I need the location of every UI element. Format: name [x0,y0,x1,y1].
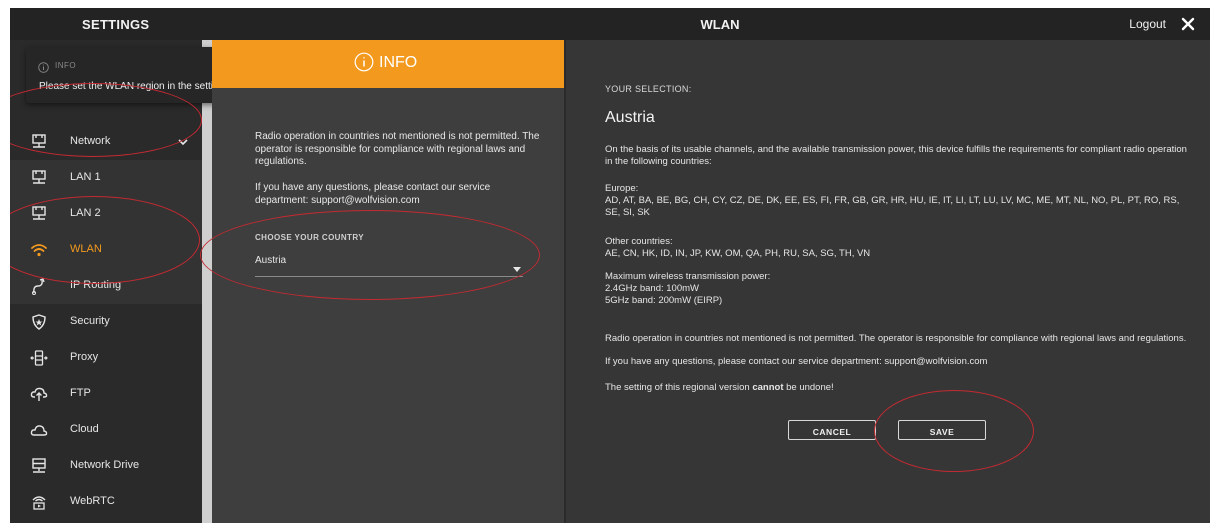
cancel-button[interactable]: CANCEL [788,420,876,440]
power-heading: Maximum wireless transmission power: [605,271,771,282]
info-contact-text: If you have any questions, please contac… [255,182,491,206]
info-panel: INFO Radio operation in countries not me… [212,40,564,523]
page-title: WLAN [700,17,740,32]
lan-icon [30,205,48,223]
sidebar-item-label: LAN 2 [70,207,101,219]
sidebar-scrollbar[interactable] [202,40,212,523]
top-bar: SETTINGS WLAN Logout [10,8,1210,40]
warning-text-end: be undone! [783,382,834,393]
sidebar-item-label: FTP [70,387,91,399]
sidebar-item-label: WLAN [70,243,102,255]
close-icon[interactable] [1178,14,1198,34]
selection-panel: YOUR SELECTION: Austria On the basis of … [566,40,1210,523]
sidebar-item-label: IP Routing [70,279,122,291]
routing-icon [30,277,48,295]
sidebar-item-network-drive[interactable]: Network Drive [10,448,202,484]
regulation-notice: Radio operation in countries not mention… [605,333,1187,344]
europe-country-list: AD, AT, BA, BE, BG, CH, CY, CZ, DE, DK, … [605,195,1180,218]
cloud-icon [30,421,48,439]
sidebar-item-security[interactable]: Security [10,304,202,340]
other-countries-heading: Other countries: [605,236,673,247]
compliance-text: On the basis of its usable channels, and… [605,144,1187,167]
country-select-value: Austria [255,255,287,266]
sidebar: Network LAN 1 LAN 2 WLAN IP Routing Secu… [10,40,202,523]
irreversible-warning: The setting of this regional version can… [605,382,1195,394]
cloud-upload-icon [30,385,48,403]
toast-heading: INFO [55,61,77,70]
country-select[interactable]: Austria [255,250,523,277]
info-title: INFO [379,54,418,71]
contact-text: If you have any questions, please contac… [605,356,988,367]
sidebar-item-proxy[interactable]: Proxy [10,340,202,376]
warning-emphasis: cannot [752,382,784,393]
save-button[interactable]: SAVE [898,420,986,440]
network-icon [30,133,48,151]
info-icon [354,52,374,72]
caret-down-icon [513,260,521,272]
shield-icon [30,313,48,331]
europe-heading: Europe: [605,183,639,194]
logout-button[interactable]: Logout [1129,17,1166,31]
sidebar-item-lan-2[interactable]: LAN 2 [10,196,202,232]
sidebar-item-label: WebRTC [70,495,115,507]
chevron-down-icon [176,135,190,149]
sidebar-item-ftp[interactable]: FTP [10,376,202,412]
app-window: SETTINGS WLAN Logout Network LAN 1 LAN 2… [10,8,1210,523]
warning-text-start: The setting of this regional version [605,382,753,393]
selection-label: YOUR SELECTION: [605,84,692,94]
wifi-icon [30,241,48,259]
toast-message: Please set the WLAN region in the settin… [39,81,232,92]
network-drive-icon [30,457,48,475]
selected-country: Austria [605,109,655,126]
lan-icon [30,169,48,187]
sidebar-item-network[interactable]: Network [10,124,202,160]
sidebar-item-label: Network Drive [70,459,140,471]
power-5ghz: 5GHz band: 200mW (EIRP) [605,295,723,306]
sidebar-item-ip-routing[interactable]: IP Routing [10,268,202,304]
sidebar-item-webrtc[interactable]: WebRTC [10,484,202,520]
info-header: INFO [212,40,564,88]
info-notice-text: Radio operation in countries not mention… [255,131,540,167]
proxy-icon [30,349,48,367]
sidebar-item-lan-1[interactable]: LAN 1 [10,160,202,196]
country-select-label: CHOOSE YOUR COUNTRY [255,233,364,242]
sidebar-item-cloud[interactable]: Cloud [10,412,202,448]
sidebar-item-wlan[interactable]: WLAN [10,232,202,268]
sidebar-item-label: LAN 1 [70,171,101,183]
webrtc-icon [30,493,48,511]
sidebar-item-label: Cloud [70,423,99,435]
sidebar-item-label: Proxy [70,351,99,363]
sidebar-item-label: Security [70,315,110,327]
power-2-4ghz: 2.4GHz band: 100mW [605,283,699,294]
sidebar-item-label: Network [70,135,111,147]
other-country-list: AE, CN, HK, ID, IN, JP, KW, OM, QA, PH, … [605,248,871,259]
info-icon [38,60,49,73]
